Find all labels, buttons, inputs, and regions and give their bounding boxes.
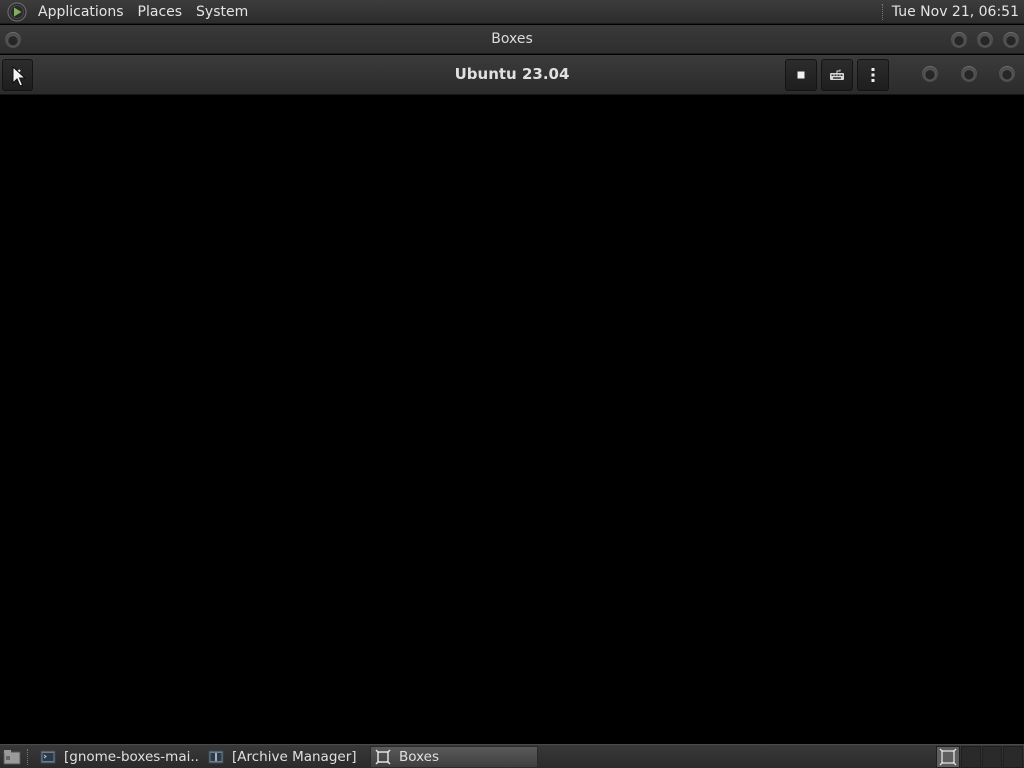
main-menu-logo-icon[interactable] — [7, 1, 27, 22]
keyboard-button[interactable] — [821, 59, 853, 91]
minimize-icon[interactable] — [922, 66, 938, 82]
top-panel: Applications Places System Tue Nov 21, 0… — [0, 0, 1024, 24]
more-options-button[interactable] — [857, 59, 889, 91]
maximize-icon[interactable] — [977, 32, 993, 48]
terminal-icon — [40, 750, 56, 764]
clock[interactable]: Tue Nov 21, 06:51 — [892, 4, 1024, 20]
taskbar-item-terminal[interactable]: [gnome-boxes-mai... — [36, 746, 200, 768]
workspace-3[interactable] — [982, 746, 1002, 768]
workspace-1[interactable] — [936, 746, 960, 768]
stop-icon — [797, 71, 805, 79]
taskbar-item-boxes[interactable]: Boxes — [370, 746, 538, 768]
places-menu[interactable]: Places — [131, 0, 190, 24]
applications-menu[interactable]: Applications — [31, 0, 131, 24]
workspace-4[interactable] — [1003, 746, 1023, 768]
close-icon[interactable] — [1003, 32, 1019, 48]
system-menu[interactable]: System — [189, 0, 255, 24]
panel-separator — [881, 3, 884, 20]
vm-display[interactable] — [0, 96, 1024, 744]
window-titlebar[interactable]: Boxes — [0, 25, 1024, 54]
workspace-2[interactable] — [961, 746, 981, 768]
minimize-icon[interactable] — [951, 32, 967, 48]
taskbar-item-archive-manager[interactable]: [Archive Manager] — [204, 746, 366, 768]
task-label: Boxes — [399, 749, 440, 765]
show-desktop-icon[interactable] — [2, 746, 22, 768]
taskbar-separator — [27, 749, 29, 765]
more-vertical-icon — [871, 68, 875, 82]
bottom-panel: [gnome-boxes-mai... [Archive Manager] Bo… — [0, 744, 1024, 768]
stop-button[interactable] — [785, 59, 817, 91]
keyboard-icon — [830, 69, 844, 80]
header-bar: Ubuntu 23.04 — [0, 55, 1024, 95]
task-label: [gnome-boxes-mai... — [64, 749, 200, 765]
task-label: [Archive Manager] — [232, 749, 357, 765]
close-icon[interactable] — [999, 66, 1015, 82]
boxes-icon — [375, 749, 391, 765]
maximize-icon[interactable] — [961, 66, 977, 82]
window-title: Boxes — [491, 31, 533, 47]
archive-icon — [208, 750, 224, 764]
workspace-window-icon — [939, 748, 957, 766]
mouse-pointer-icon — [12, 66, 26, 87]
